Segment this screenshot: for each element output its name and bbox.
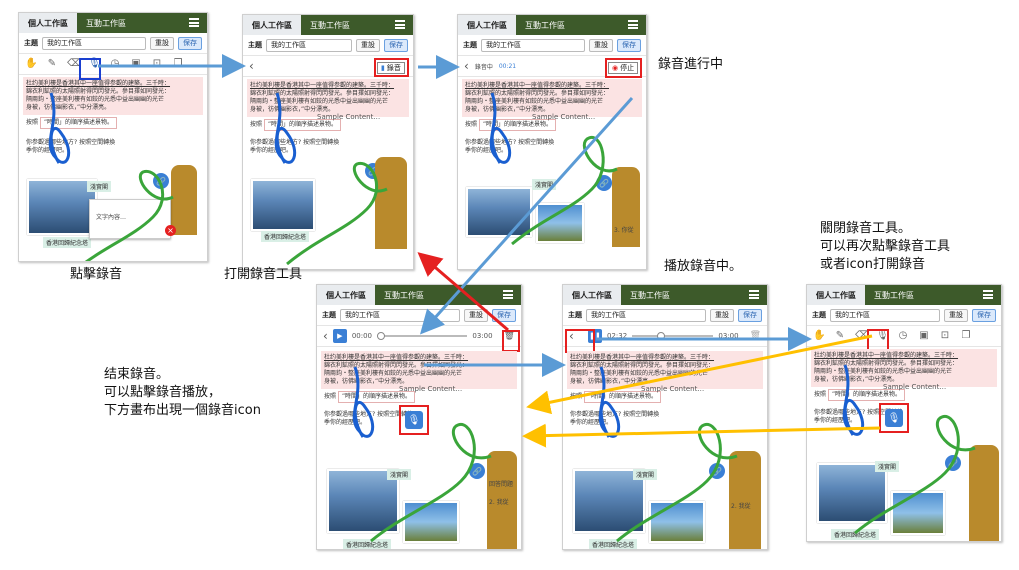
arrow-p6-p5-bottom: [522, 423, 881, 448]
annot-close-tool: 關閉錄音工具。 可以再次點擊錄音工具 或者icon打開錄音: [820, 220, 950, 274]
annot-end-line3: 下方畫布出現一個錄音icon: [104, 403, 261, 418]
annot-recording: 錄音進行中: [658, 57, 724, 72]
annot-end-line1: 结束錄音。: [104, 367, 170, 382]
annot-end-record: 结束錄音。 可以點擊錄音播放， 下方畫布出現一個錄音icon: [104, 366, 261, 420]
annot-close-line2: 可以再次點擊錄音工具: [820, 239, 951, 254]
flow-arrows: [98, 54, 881, 448]
arrow-p6-p5-top: [526, 334, 873, 415]
annot-playing: 播放錄音中。: [664, 259, 743, 274]
arrow-p3-p4: [419, 96, 634, 335]
annot-end-line2: 可以點擊錄音播放，: [104, 385, 222, 400]
annot-close-line3: 或者icon打開錄音: [820, 257, 925, 272]
annot-open-tool: 打開錄音工具: [224, 267, 303, 282]
annot-click-record: 點擊錄音: [70, 267, 123, 282]
annot-close-line1: 關閉錄音工具。: [820, 221, 912, 236]
